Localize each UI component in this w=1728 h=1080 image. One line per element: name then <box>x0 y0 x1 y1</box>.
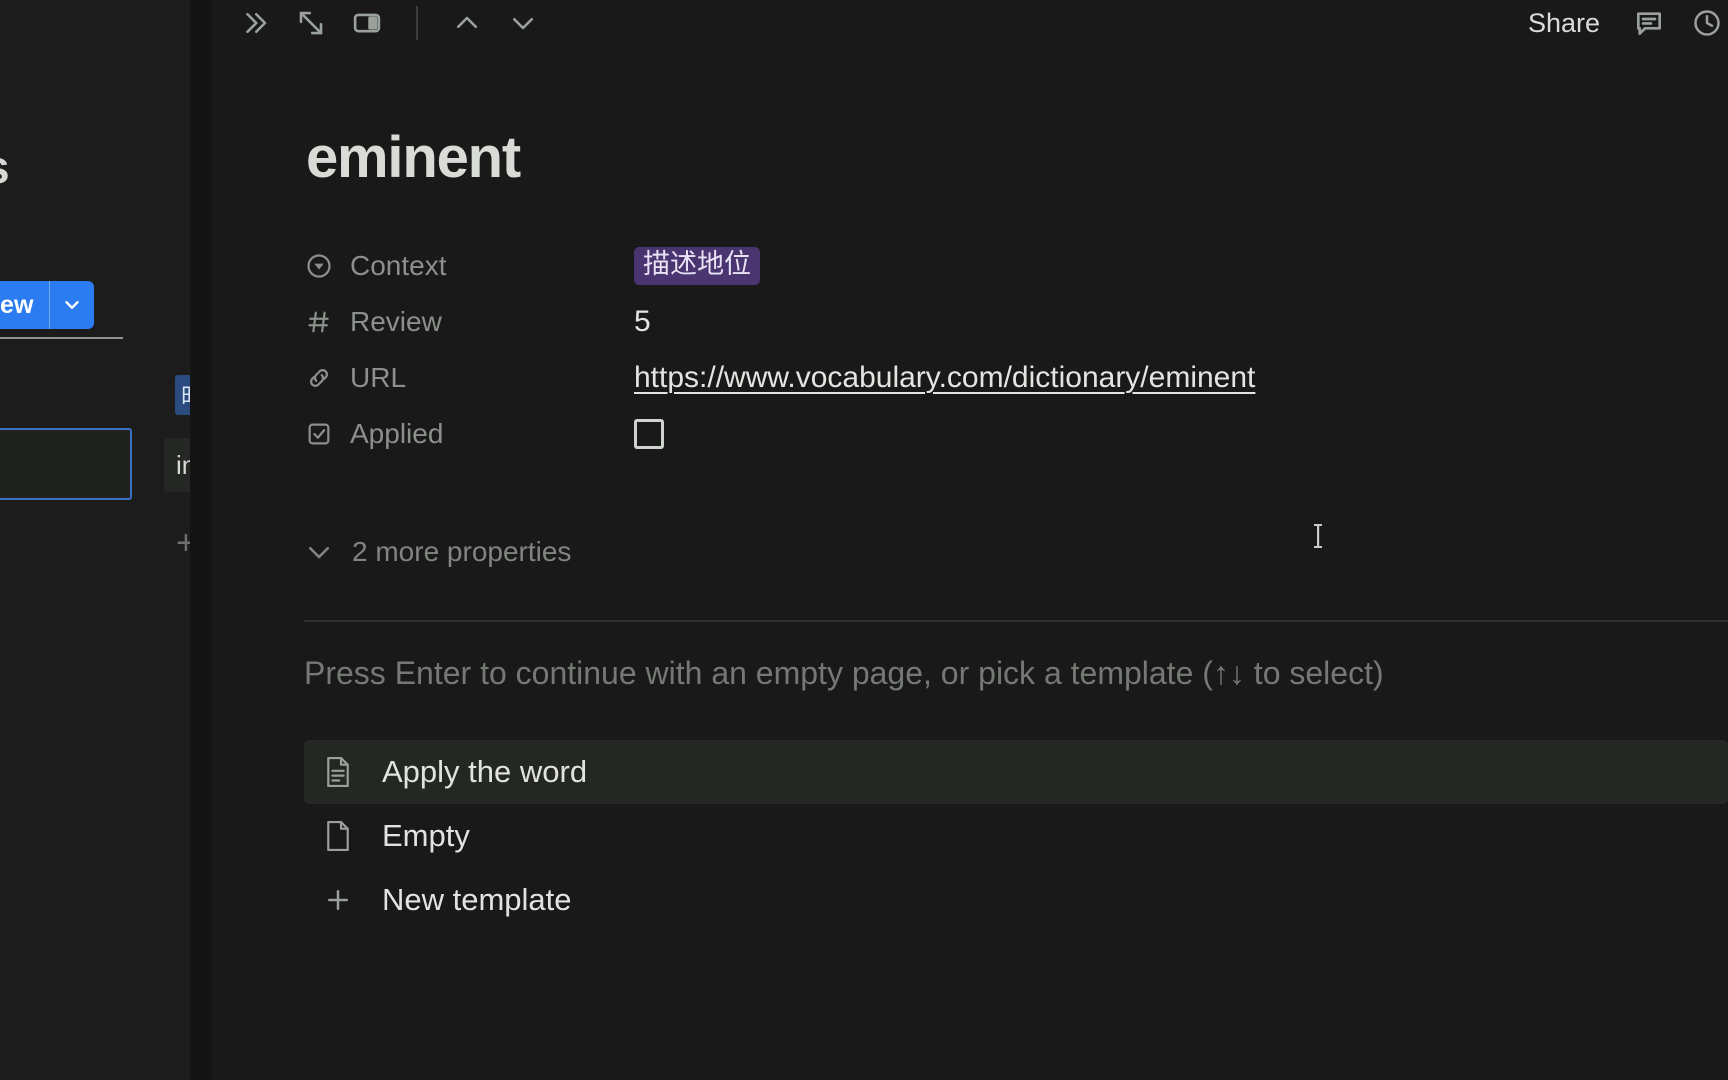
background-database-pane: s New 时 im + <box>0 0 212 1080</box>
url-link[interactable]: https://www.vocabulary.com/dictionary/em… <box>634 361 1255 395</box>
toolbar-divider <box>416 6 418 40</box>
applied-checkbox[interactable] <box>634 419 664 449</box>
document-lines-icon <box>322 754 354 790</box>
comment-bubble-icon[interactable] <box>1632 6 1666 40</box>
property-row-applied: Applied <box>304 406 1684 462</box>
property-row-context: Context 描述地位 <box>304 238 1684 294</box>
template-item-label: Apply the word <box>382 754 588 789</box>
side-peek-panel-icon[interactable] <box>350 6 384 40</box>
toolbar-left-group <box>238 0 540 46</box>
notion-page-window: s New 时 im + <box>0 0 1728 1080</box>
document-blank-icon <box>322 818 354 854</box>
expand-double-chevron-right-icon[interactable] <box>238 6 272 40</box>
property-row-url: URL https://www.vocabulary.com/dictionar… <box>304 350 1684 406</box>
share-button[interactable]: Share <box>1522 6 1606 41</box>
property-name: URL <box>350 362 407 393</box>
page-panel: Share eminent Context 描述地位 Review 5 URL … <box>212 0 1728 1080</box>
property-label-url[interactable]: URL <box>304 362 634 394</box>
template-item-label: Empty <box>382 818 470 853</box>
chevron-down-icon <box>304 537 334 567</box>
pane-backdrop <box>0 0 190 1080</box>
number-value[interactable]: 5 <box>634 305 651 339</box>
select-property-icon <box>304 251 334 281</box>
chevron-up-icon[interactable] <box>450 6 484 40</box>
chevron-down-icon[interactable] <box>506 6 540 40</box>
property-value-context[interactable]: 描述地位 <box>634 247 760 285</box>
new-record-button[interactable]: New <box>0 281 49 329</box>
property-row-review: Review 5 <box>304 294 1684 350</box>
url-property-icon <box>304 363 334 393</box>
clock-history-icon[interactable] <box>1692 1 1722 45</box>
template-item-label: New template <box>382 882 572 917</box>
checkbox-property-icon <box>304 419 334 449</box>
table-header-underline <box>0 337 123 339</box>
template-item-new-template[interactable]: New template <box>304 868 1728 932</box>
new-record-button-group[interactable]: New <box>0 281 95 329</box>
page-title[interactable]: eminent <box>306 124 521 191</box>
plus-icon <box>322 882 354 918</box>
chevron-down-icon[interactable] <box>50 281 94 329</box>
template-prompt-text: Press Enter to continue with an empty pa… <box>304 655 1384 691</box>
fullscreen-expand-icon[interactable] <box>294 6 328 40</box>
property-name: Context <box>350 250 447 281</box>
more-properties-label: 2 more properties <box>352 536 572 567</box>
toolbar-right-group: Share <box>1522 0 1728 46</box>
property-label-review[interactable]: Review <box>304 306 634 338</box>
database-title-fragment: s <box>0 140 10 194</box>
property-name: Review <box>350 306 442 337</box>
property-label-context[interactable]: Context <box>304 250 634 282</box>
more-properties-toggle[interactable]: 2 more properties <box>304 536 571 568</box>
property-list: Context 描述地位 Review 5 URL https://www.vo… <box>304 238 1684 462</box>
content-divider <box>304 620 1728 622</box>
text-ibeam-cursor <box>1312 522 1324 550</box>
select-tag-chip[interactable]: 描述地位 <box>634 247 760 285</box>
property-value-applied[interactable] <box>634 419 664 449</box>
page-toolbar: Share <box>212 0 1728 46</box>
selected-table-cell[interactable] <box>0 428 132 500</box>
property-label-applied[interactable]: Applied <box>304 418 634 450</box>
template-item-apply-the-word[interactable]: Apply the word <box>304 740 1728 804</box>
property-value-url[interactable]: https://www.vocabulary.com/dictionary/em… <box>634 361 1255 395</box>
template-list: Apply the word Empty New template <box>304 740 1728 932</box>
property-name: Applied <box>350 418 444 449</box>
template-item-empty[interactable]: Empty <box>304 804 1728 868</box>
property-value-review[interactable]: 5 <box>634 305 651 339</box>
pane-edge-shadow <box>190 0 212 1080</box>
number-property-icon <box>304 307 334 337</box>
